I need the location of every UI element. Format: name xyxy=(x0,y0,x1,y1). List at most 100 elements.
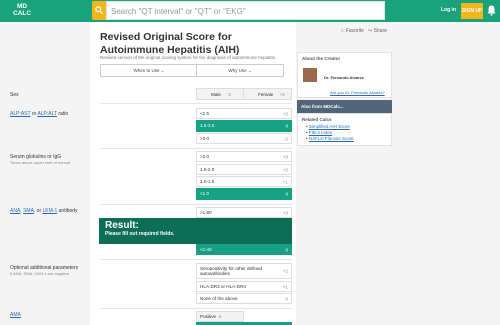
share-label: Share xyxy=(373,28,387,34)
tab-why-use[interactable]: Why Use ⌄ xyxy=(196,64,284,77)
also-from-heading: Also from MDCalc... xyxy=(297,100,392,113)
ratio-suffix: ratio xyxy=(57,111,69,117)
option-label: HLA-DR3 or HLA-DR4 xyxy=(200,284,246,289)
related-item[interactable]: • Simplified AIH Score xyxy=(306,124,350,129)
related-link[interactable]: FIB-4 Index xyxy=(309,130,332,135)
option-label: 1.5-3.0 xyxy=(200,123,215,128)
ratio-label: ALP:AST or ALP:ALT ratio xyxy=(10,111,68,117)
option-label: 1.5-2.0 xyxy=(200,167,215,172)
signup-button[interactable]: SIGN UP xyxy=(461,3,483,19)
top-bar: MD CALC Search "QT interval" or "QT" or … xyxy=(0,0,500,22)
search-input[interactable]: Search "QT interval" or "QT" or "EKG" xyxy=(106,1,385,20)
lkm1-link[interactable]: LKM-1 xyxy=(43,208,58,214)
page-title: Revised Original Score for Autoimmune He… xyxy=(100,31,240,56)
tab-when-to-use[interactable]: When to Use ⌄ xyxy=(100,64,198,77)
search-icon xyxy=(95,6,103,15)
option-points: +3 xyxy=(282,210,288,215)
search-icon-button[interactable] xyxy=(92,1,106,20)
creator-heading: About the Creator xyxy=(302,56,341,61)
ama-positive-option[interactable]: Positive -4 xyxy=(196,311,244,322)
related-link[interactable]: NAFLD Fibrosis Score xyxy=(309,136,354,141)
favorite-button[interactable]: ☆ Favorite xyxy=(340,28,364,34)
option-points: -4 xyxy=(217,314,222,319)
logo-line1: MD xyxy=(16,3,28,10)
globulins-option-selected[interactable]: <1.0 0 xyxy=(196,188,292,200)
antibody-suffix: antibody xyxy=(57,208,78,214)
result-banner: Result: Please fill out required fields. xyxy=(99,218,292,244)
logo-line2: CALC xyxy=(12,10,32,17)
related-item[interactable]: • NAFLD Fibrosis Score xyxy=(306,136,354,141)
divider xyxy=(100,204,292,205)
male-label: Male xyxy=(211,92,221,97)
result-title: Result: xyxy=(105,220,139,231)
related-heading: Related Calcs xyxy=(302,117,332,122)
page-subtitle: Revised version of the original scoring … xyxy=(100,55,277,60)
params-option[interactable]: None of the above 0 xyxy=(196,293,292,304)
mdcalc-logo[interactable]: MD CALC xyxy=(4,3,40,19)
ama-link[interactable]: AMA xyxy=(10,312,21,318)
chevron-down-icon: ⌄ xyxy=(247,68,252,73)
ratio-option[interactable]: >3.0 -2 xyxy=(196,133,292,144)
divider xyxy=(100,308,292,309)
option-label: 1.0-1.5 xyxy=(200,179,215,184)
related-calcs-card: Related Calcs • Simplified AIH Score • F… xyxy=(297,113,392,146)
star-icon: ☆ xyxy=(340,28,345,34)
globulins-option[interactable]: >2.0 +3 xyxy=(196,151,292,162)
alp-ast-link[interactable]: ALP:AST xyxy=(10,111,30,117)
divider xyxy=(100,148,292,149)
globulins-note: Times above upper limit of normal xyxy=(10,160,71,165)
option-points: +3 xyxy=(282,154,288,159)
tab-why-label: Why Use xyxy=(228,68,247,73)
info-tabs: When to Use ⌄ Why Use ⌄ xyxy=(100,64,296,77)
share-icon: ↪ xyxy=(368,28,373,34)
params-note: If ANA, SMA, LKM-1 are negative xyxy=(10,271,70,276)
option-points: +2 xyxy=(282,111,288,116)
option-label: <1:40 xyxy=(200,247,212,252)
option-label: >2.0 xyxy=(200,154,210,159)
share-button[interactable]: ↪ Share xyxy=(368,28,387,34)
male-points: 0 xyxy=(228,92,231,97)
option-label: None of the above xyxy=(200,296,238,301)
option-label: <1.0 xyxy=(200,191,210,196)
ana-link[interactable]: ANA xyxy=(10,208,20,214)
tab-when-label: When to Use xyxy=(133,68,160,73)
antibody-option-selected[interactable]: <1:40 0 xyxy=(196,244,292,255)
creator-photo xyxy=(303,68,317,82)
ratio-option-selected[interactable]: 1.5-3.0 0 xyxy=(196,120,292,132)
option-points: -2 xyxy=(283,136,288,141)
ratio-option[interactable]: <1.5 +2 xyxy=(196,108,292,119)
option-points: +1 xyxy=(282,284,288,289)
ama-label: AMA xyxy=(10,312,21,318)
related-link[interactable]: Simplified AIH Score xyxy=(309,124,350,129)
antibody-label: ANA, SMA, or LKM-1 antibody xyxy=(10,208,78,214)
creator-card: About the Creator Dr. Fernando Alvarez A… xyxy=(297,52,392,98)
chevron-down-icon: ⌄ xyxy=(160,68,165,73)
female-points: +2 xyxy=(279,92,285,97)
option-points: 0 xyxy=(285,191,288,197)
creator-name: Dr. Fernando Alvarez xyxy=(324,75,364,80)
sex-male-option[interactable]: Male 0 xyxy=(196,88,244,100)
divider xyxy=(100,103,292,104)
option-label: Seropositivity for other defined autoant… xyxy=(200,266,263,276)
sex-label: Sex xyxy=(10,92,19,98)
sma-link[interactable]: SMA xyxy=(23,208,34,214)
params-option[interactable]: HLA-DR3 or HLA-DR4 +1 xyxy=(196,281,292,292)
favorite-label: Favorite xyxy=(345,28,364,34)
login-link[interactable]: Log in xyxy=(441,7,456,13)
divider xyxy=(100,259,292,260)
creator-claim-link[interactable]: Are you Dr. Fernando Alvarez? xyxy=(330,90,385,95)
sex-female-option[interactable]: Female +2 xyxy=(243,88,292,100)
related-item[interactable]: • FIB-4 Index xyxy=(306,130,332,135)
option-label: <1.5 xyxy=(200,111,210,116)
bell-icon[interactable] xyxy=(487,5,496,16)
option-label: >3.0 xyxy=(200,136,210,141)
antibody-option[interactable]: >1:80 +3 xyxy=(196,207,292,218)
option-points: +2 xyxy=(282,268,288,274)
params-option[interactable]: Seropositivity for other defined autoant… xyxy=(196,263,292,279)
globulins-option[interactable]: 1.0-1.5 +1 xyxy=(196,176,292,187)
globulins-option[interactable]: 1.5-2.0 +2 xyxy=(196,164,292,175)
alp-alt-link[interactable]: ALP:ALT xyxy=(37,111,57,117)
option-points: 0 xyxy=(285,123,288,129)
option-points: 0 xyxy=(285,247,288,252)
antibody-sep2: , or xyxy=(33,208,43,214)
